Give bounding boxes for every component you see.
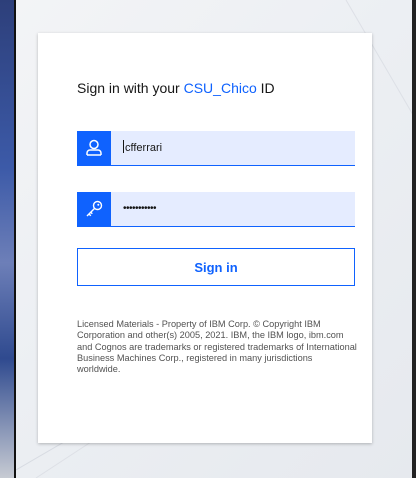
signin-button[interactable]: Sign in — [77, 248, 355, 286]
username-value: cfferrari — [125, 142, 163, 154]
signin-heading-suffix: ID — [256, 80, 275, 96]
signin-heading-prefix: Sign in with your — [77, 80, 184, 96]
password-input[interactable]: ••••••••••• — [123, 192, 157, 226]
password-field[interactable]: ••••••••••• — [77, 192, 355, 227]
window-edge — [412, 0, 416, 478]
organization-name: CSU_Chico — [183, 80, 257, 96]
password-value: ••••••••••• — [123, 203, 157, 214]
background-strip-left — [0, 0, 16, 478]
legal-notice: Licensed Materials - Property of IBM Cor… — [77, 319, 357, 375]
username-input[interactable]: cfferrari — [123, 131, 162, 165]
signin-heading: Sign in with your CSU_Chico ID — [77, 80, 275, 96]
username-field[interactable]: cfferrari — [77, 131, 355, 166]
text-cursor — [123, 140, 124, 153]
signin-button-label: Sign in — [194, 259, 238, 275]
login-card: Sign in with your CSU_Chico ID cfferrari… — [38, 33, 372, 443]
key-icon — [77, 192, 111, 226]
user-icon — [77, 131, 111, 165]
